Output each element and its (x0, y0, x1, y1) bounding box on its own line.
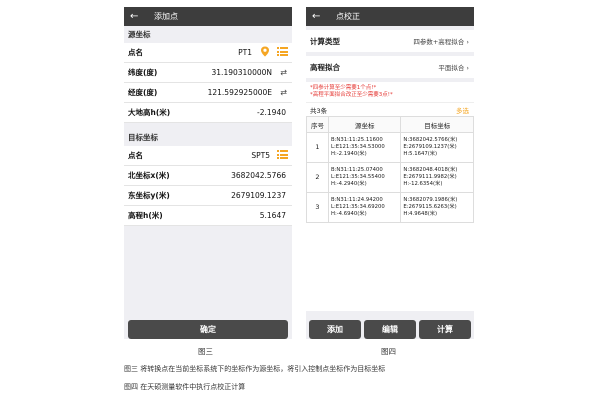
src-b: B:N31:11:24.94200 (331, 197, 383, 203)
height-fit-label: 高程拟合 (310, 62, 340, 72)
column-header-target: 目标坐标 (400, 116, 474, 133)
list-icon[interactable] (277, 150, 288, 161)
back-arrow-icon[interactable]: ← (312, 11, 326, 22)
back-arrow-icon[interactable]: ← (130, 11, 144, 22)
source-coord-header: 源坐标 (128, 30, 151, 39)
column-header-source: 源坐标 (327, 116, 402, 133)
geodetic-height-label: 大地高h(米) (128, 108, 171, 117)
east-coord-row[interactable]: 东坐标y(米) 2679109.1237 (124, 186, 292, 206)
swap-icon[interactable]: ⇄ (280, 68, 287, 77)
source-cell: B:N31:11:24.94200 L:E121:35:34.69200 H:-… (327, 192, 402, 223)
dst-n: N:3682079.1986(米) (403, 197, 458, 203)
add-point-screen: ← 添加点 源坐标 点名 PT1 纬度(度) 31.190310000N ⇄ 经… (124, 7, 292, 339)
elevation-label: 高程h(米) (128, 211, 163, 220)
target-point-name-row[interactable]: 点名 SPT5 (124, 146, 292, 166)
dst-h: H:4.9648(米) (403, 211, 438, 217)
longitude-value[interactable]: 121.592925000E (208, 88, 272, 97)
table-empty-area (306, 223, 474, 311)
target-cell: N:3682079.1986(米) E:2679115.6263(米) H:4.… (400, 192, 474, 223)
figure-label-3: 图三 (198, 347, 213, 356)
column-header-index: 序号 (306, 116, 329, 133)
source-cell: B:N31:11:25.07400 L:E121:35:34.55400 H:-… (327, 162, 402, 193)
top-bar: ← 添加点 (124, 7, 292, 26)
location-pin-icon[interactable] (260, 46, 270, 59)
page-title: 添加点 (154, 12, 178, 21)
target-point-name-value[interactable]: SPT5 (251, 151, 270, 160)
target-coord-header: 目标坐标 (128, 133, 158, 142)
dst-e: E:2679111.9982(米) (403, 174, 457, 180)
source-point-name-label: 点名 (128, 48, 143, 57)
dst-h: H:5.1647(米) (403, 151, 438, 157)
row-index: 1 (306, 132, 329, 163)
source-point-name-value[interactable]: PT1 (238, 48, 252, 57)
confirm-button[interactable]: 确定 (128, 320, 288, 339)
list-icon[interactable] (277, 47, 288, 58)
row-index: 3 (306, 192, 329, 223)
geodetic-height-row[interactable]: 大地高h(米) -2.1940 (124, 103, 292, 123)
calibration-table: 序号 源坐标 目标坐标 1 B:N31:11:25.11600 L:E121:3… (306, 116, 474, 223)
multi-select-link[interactable]: 多选 (456, 105, 469, 115)
src-l: L:E121:35:34.53000 (331, 144, 385, 150)
east-coord-label: 东坐标y(米) (128, 191, 170, 200)
figure-label-4: 图四 (381, 347, 396, 356)
table-row[interactable]: 3 B:N31:11:24.94200 L:E121:35:34.69200 H… (306, 192, 474, 223)
dst-e: E:2679115.6263(米) (403, 204, 457, 210)
src-h: H:-4.2940(米) (331, 181, 367, 187)
target-cell: N:3682048.4018(米) E:2679111.9982(米) H:-1… (400, 162, 474, 193)
warning-line-2: *高程平面拟合改正至少需要3点!* (310, 92, 393, 98)
page-title: 点校正 (336, 12, 360, 21)
edit-button[interactable]: 编辑 (364, 320, 416, 339)
north-coord-label: 北坐标x(米) (128, 171, 170, 180)
elevation-row[interactable]: 高程h(米) 5.1647 (124, 206, 292, 226)
point-calibration-screen: ← 点校正 计算类型 四参数+高程拟合 › 高程拟合 平面拟合 › *四参计算至… (306, 7, 474, 339)
src-h: H:-2.1940(米) (331, 151, 367, 157)
table-row[interactable]: 1 B:N31:11:25.11600 L:E121:35:34.53000 H… (306, 132, 474, 163)
chevron-right-icon: › (466, 64, 469, 72)
longitude-row[interactable]: 经度(度) 121.592925000E ⇄ (124, 83, 292, 103)
east-coord-value[interactable]: 2679109.1237 (231, 191, 286, 200)
warning-text: *四参计算至少需要1个点!* *高程平面拟合改正至少需要3点!* (306, 82, 474, 102)
height-fit-row[interactable]: 高程拟合 平面拟合 › (306, 56, 474, 78)
calc-type-label: 计算类型 (310, 36, 340, 46)
latitude-label: 纬度(度) (128, 68, 158, 77)
source-cell: B:N31:11:25.11600 L:E121:35:34.53000 H:-… (327, 132, 402, 163)
calc-type-row[interactable]: 计算类型 四参数+高程拟合 › (306, 30, 474, 52)
latitude-value[interactable]: 31.190310000N (212, 68, 272, 77)
caption-line-2: 图四 在天硕测量软件中执行点校正计算 (124, 383, 246, 391)
src-h: H:-4.6940(米) (331, 211, 367, 217)
longitude-label: 经度(度) (128, 88, 158, 97)
src-b: B:N31:11:25.11600 (331, 137, 383, 143)
record-count: 共3条 (310, 106, 328, 115)
chevron-right-icon: › (466, 38, 469, 46)
src-l: L:E121:35:34.69200 (331, 204, 385, 210)
target-point-name-label: 点名 (128, 151, 143, 160)
geodetic-height-value[interactable]: -2.1940 (257, 108, 286, 117)
row-index: 2 (306, 162, 329, 193)
add-button[interactable]: 添加 (309, 320, 361, 339)
calc-type-value: 四参数+高程拟合 (413, 38, 465, 46)
dst-n: N:3682042.5766(米) (403, 137, 458, 143)
source-point-name-row[interactable]: 点名 PT1 (124, 43, 292, 63)
dst-n: N:3682048.4018(米) (403, 167, 458, 173)
north-coord-row[interactable]: 北坐标x(米) 3682042.5766 (124, 166, 292, 186)
warning-line-1: *四参计算至少需要1个点!* (310, 85, 377, 91)
list-header: 共3条 多选 (306, 102, 474, 116)
elevation-value[interactable]: 5.1647 (260, 211, 286, 220)
table-row[interactable]: 2 B:N31:11:25.07400 L:E121:35:34.55400 H… (306, 162, 474, 193)
height-fit-value: 平面拟合 (438, 64, 465, 72)
north-coord-value[interactable]: 3682042.5766 (231, 171, 286, 180)
src-l: L:E121:35:34.55400 (331, 174, 385, 180)
target-cell: N:3682042.5766(米) E:2679109.1237(米) H:5.… (400, 132, 474, 163)
calculate-button[interactable]: 计算 (419, 320, 471, 339)
caption-line-1: 图三 将转换点在当前坐标系统下的坐标作为源坐标，将引入控制点坐标作为目标坐标 (124, 365, 386, 373)
swap-icon[interactable]: ⇄ (280, 88, 287, 97)
top-bar: ← 点校正 (306, 7, 474, 26)
latitude-row[interactable]: 纬度(度) 31.190310000N ⇄ (124, 63, 292, 83)
dst-e: E:2679109.1237(米) (403, 144, 457, 150)
src-b: B:N31:11:25.07400 (331, 167, 383, 173)
dst-h: H:-12.6354(米) (403, 181, 443, 187)
bottom-toolbar: 添加 编辑 计算 (306, 320, 474, 339)
